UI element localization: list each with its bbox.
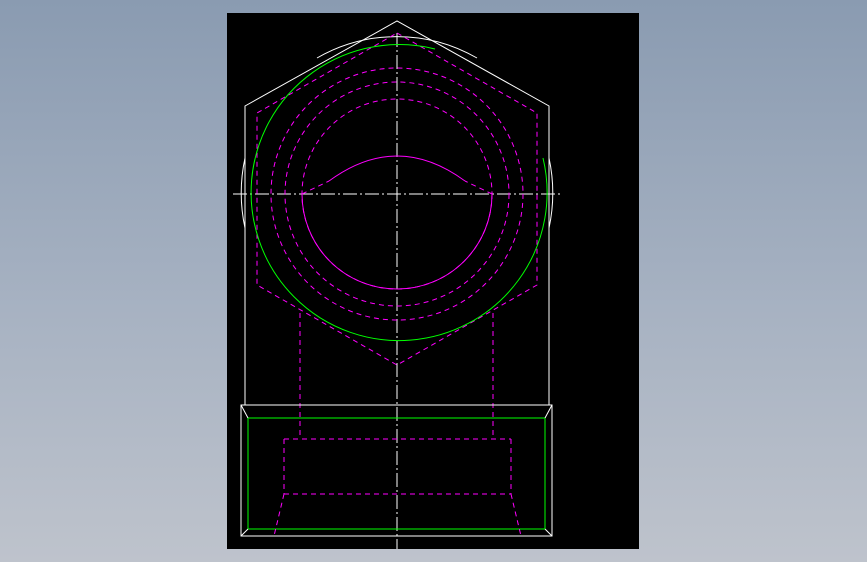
nut-chamfer-corner-br: [544, 528, 553, 537]
cad-drawing-viewport: [227, 13, 639, 549]
cross-bore-edge-left: [301, 180, 330, 195]
cross-bore-edge-right: [464, 180, 493, 195]
nut-hidden-taper-left: [273, 493, 285, 537]
nut-chamfer-corner-tr: [544, 404, 553, 419]
hex-chamfer-arc-left: [240, 157, 246, 229]
nut-chamfer-corner-bl: [240, 528, 249, 537]
cad-preview-window: { "drawing": { "type": "cad-orthographic…: [0, 0, 867, 562]
cad-drawing: [233, 20, 563, 549]
nut-hidden-taper-right: [510, 493, 522, 537]
hex-chamfer-arc-right: [548, 157, 554, 229]
thread-circle: [250, 44, 548, 342]
nut-chamfer-corner-tl: [240, 404, 249, 419]
